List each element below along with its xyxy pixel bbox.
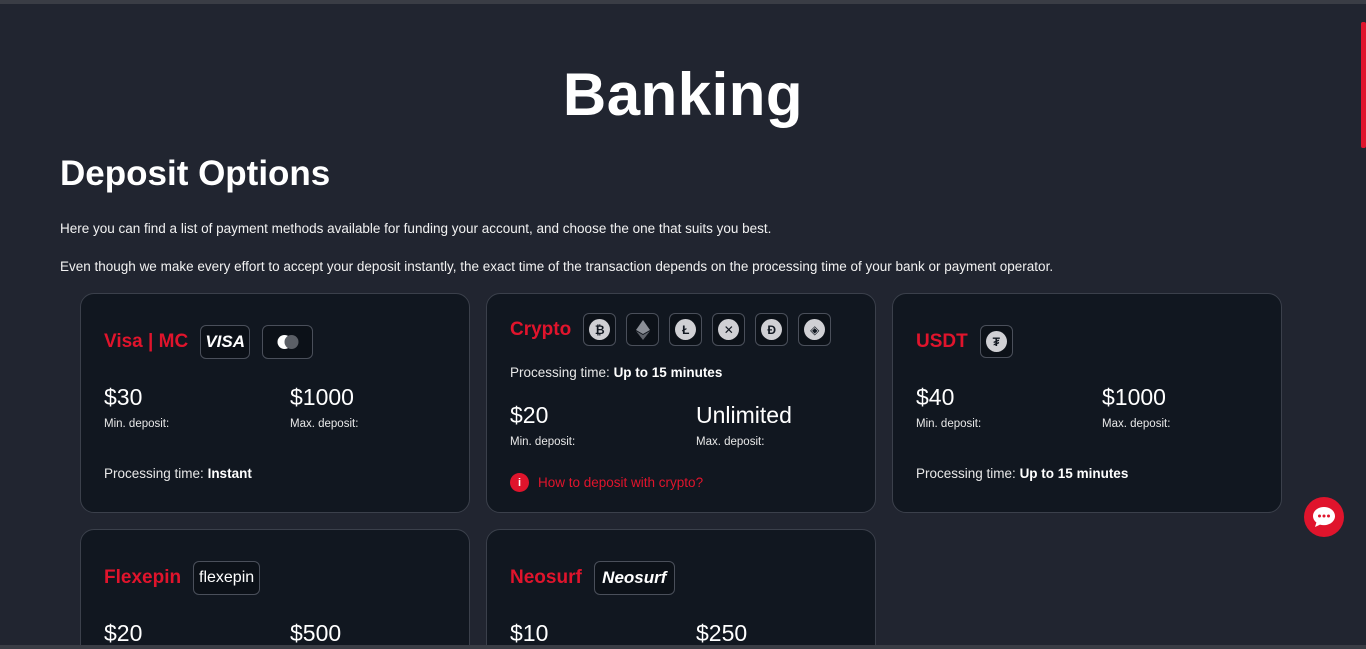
card-header: Flexepin flexepin [104, 561, 261, 595]
max-deposit-value: $1000 [1102, 384, 1166, 410]
min-deposit-value: $40 [916, 384, 955, 410]
note-text: Even though we make every effort to acce… [60, 259, 1054, 274]
max-deposit-label: Max. deposit: [290, 418, 359, 430]
min-deposit-label: Min. deposit: [104, 418, 170, 430]
crypto-card: Crypto ₿ Ł ✕ Ð ◈ Processing time: Up to … [486, 293, 876, 513]
min-deposit-label: Min. deposit: [916, 418, 982, 430]
card-title: Crypto [510, 318, 572, 340]
ethereum-icon [626, 313, 660, 346]
min-deposit-label: Min. deposit: [510, 436, 576, 448]
top-border [0, 0, 1366, 4]
card-header: Crypto ₿ Ł ✕ Ð ◈ [510, 313, 832, 346]
card-title: USDT [916, 330, 968, 352]
card-title: Visa | MC [104, 331, 189, 352]
info-icon: i [510, 473, 529, 492]
processing-value: Instant [207, 466, 252, 481]
card-header: Neosurf Neosurf [510, 561, 675, 595]
min-deposit-value: $20 [510, 402, 549, 428]
help-link-text[interactable]: How to deposit with crypto? [538, 475, 703, 490]
dogecoin-icon: Ð [755, 313, 789, 346]
processing-label: Processing time: [510, 365, 610, 380]
flexepin-logo: flexepin [193, 561, 261, 595]
processing-time: Processing time: Up to 15 minutes [916, 466, 1128, 481]
mastercard-icon [262, 325, 314, 359]
ripple-icon: ✕ [712, 313, 746, 346]
max-deposit-value: $250 [696, 620, 748, 646]
card-header: USDT ₮ [916, 325, 1013, 358]
intro-text: Here you can find a list of payment meth… [60, 221, 772, 236]
max-deposit-value: Unlimited [696, 402, 792, 428]
page-title: Banking [562, 61, 804, 128]
card-header: Visa | MC VISA [104, 325, 314, 359]
neosurf-logo: Neosurf [593, 561, 675, 595]
flexepin-card: Flexepin flexepin $20 $500 [80, 529, 470, 649]
tether-icon: ₮ [979, 325, 1013, 358]
bottom-border [0, 645, 1366, 649]
max-deposit-label: Max. deposit: [1102, 418, 1171, 430]
processing-label: Processing time: [916, 466, 1016, 481]
processing-time: Processing time: Up to 15 minutes [510, 365, 722, 380]
processing-value: Up to 15 minutes [1019, 466, 1129, 481]
visa-logo: VISA [200, 325, 251, 359]
usdt-card: USDT ₮ $40 $1000 Min. deposit: Max. depo… [892, 293, 1282, 513]
min-deposit-value: $10 [510, 620, 549, 646]
section-title: Deposit Options [60, 154, 331, 193]
max-deposit-value: $1000 [290, 384, 354, 410]
max-deposit-label: Max. deposit: [696, 436, 765, 448]
litecoin-icon: Ł [669, 313, 703, 346]
crypto-help-link[interactable]: i How to deposit with crypto? [510, 473, 703, 492]
chat-bubble-icon [1313, 507, 1335, 527]
chat-button[interactable] [1304, 497, 1344, 537]
bnb-icon: ◈ [798, 313, 832, 346]
processing-time: Processing time: Instant [104, 466, 252, 481]
max-deposit-value: $500 [290, 620, 342, 646]
min-deposit-value: $20 [104, 620, 143, 646]
bitcoin-icon: ₿ [583, 313, 617, 346]
min-deposit-value: $30 [104, 384, 143, 410]
neosurf-card: Neosurf Neosurf $10 $250 [486, 529, 876, 649]
card-title: Flexepin [104, 567, 182, 588]
processing-label: Processing time: [104, 466, 204, 481]
visa-mc-card: Visa | MC VISA $30 $1000 Min. deposit: M… [80, 293, 470, 513]
card-title: Neosurf [510, 567, 582, 588]
processing-value: Up to 15 minutes [613, 365, 723, 380]
